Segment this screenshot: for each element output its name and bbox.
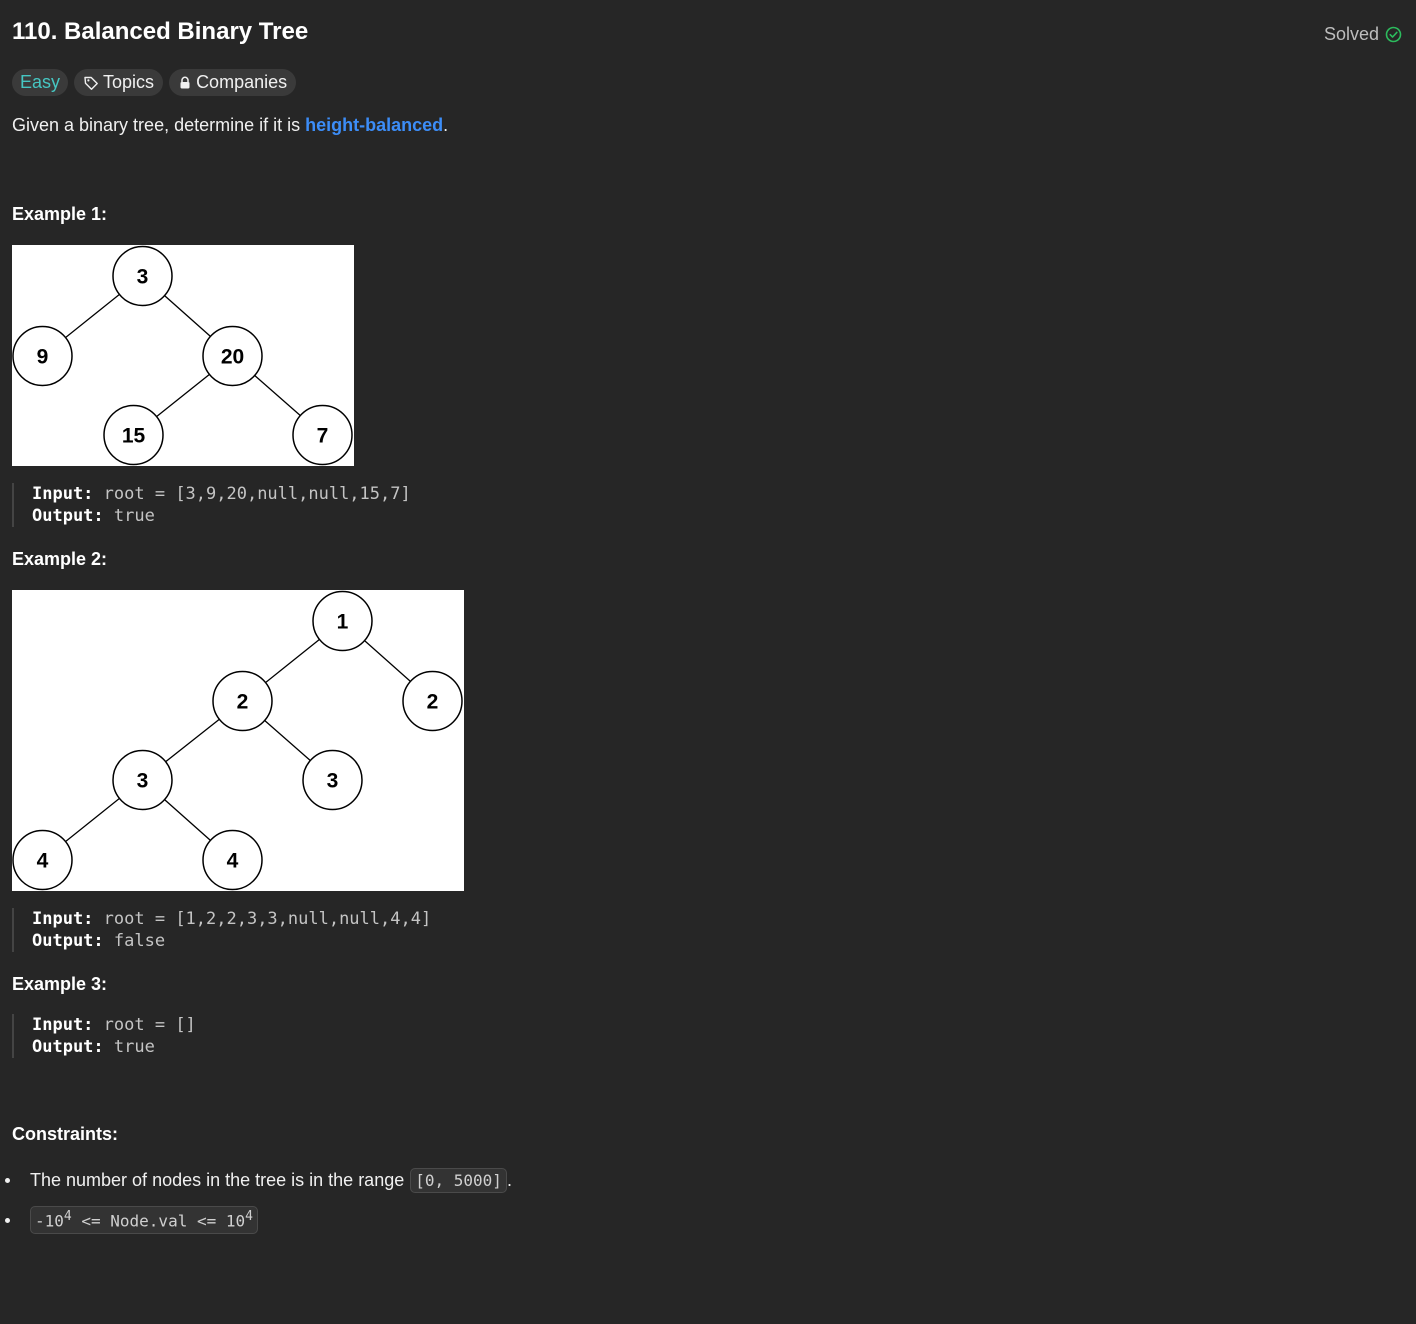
input-value: root = [1,2,2,3,3,null,null,4,4] <box>103 909 432 929</box>
svg-text:2: 2 <box>427 691 439 714</box>
input-key: Input: <box>32 1015 94 1035</box>
tree-node: 3 <box>112 245 173 307</box>
svg-text:9: 9 <box>37 346 49 369</box>
input-key: Input: <box>32 909 94 929</box>
output-key: Output: <box>32 1037 104 1057</box>
tag-icon <box>83 75 99 91</box>
constraints-list: The number of nodes in the tree is in th… <box>0 1160 512 1240</box>
code-mid: <= Node.val <= 10 <box>71 1211 246 1231</box>
problem-title: 110. Balanced Binary Tree <box>12 18 309 45</box>
svg-text:1: 1 <box>337 611 349 634</box>
example-2-heading: Example 2: <box>12 549 108 569</box>
example-3-io: Input: root = [] Output: true <box>12 1014 196 1058</box>
input-line: Input: root = [1,2,2,3,3,null,null,4,4] <box>32 908 431 930</box>
constraint-item: -104 <= Node.val <= 104 <box>0 1200 512 1240</box>
svg-text:3: 3 <box>137 266 149 289</box>
tree-node: 20 <box>202 325 263 387</box>
input-value: root = [3,9,20,null,null,15,7] <box>103 484 411 504</box>
example-3-heading: Example 3: <box>12 974 108 994</box>
output-value: false <box>113 931 166 951</box>
constraint-text: The number of nodes in the tree is in th… <box>30 1169 405 1190</box>
companies-label: Companies <box>196 72 288 92</box>
lock-icon <box>178 76 192 90</box>
output-key: Output: <box>32 931 104 951</box>
output-key: Output: <box>32 506 104 526</box>
output-line: Output: true <box>32 1036 196 1058</box>
tree-node: 2 <box>212 670 273 732</box>
example-2-io: Input: root = [1,2,2,3,3,null,null,4,4] … <box>12 908 431 952</box>
exponent: 4 <box>63 1209 72 1225</box>
input-line: Input: root = [3,9,20,null,null,15,7] <box>32 483 411 505</box>
description-prefix: Given a binary tree, determine if it is <box>12 115 306 135</box>
svg-text:15: 15 <box>122 425 146 448</box>
constraints-heading: Constraints: <box>12 1124 119 1144</box>
difficulty-badge: Easy <box>12 69 69 96</box>
solved-label: Solved <box>1323 24 1379 44</box>
tag-row: Easy Topics Companies <box>12 69 297 96</box>
code-neg: -10 <box>35 1211 64 1231</box>
svg-text:7: 7 <box>317 425 329 448</box>
tree-node: 1 <box>312 590 373 652</box>
svg-text:4: 4 <box>227 850 239 873</box>
tree-node: 15 <box>103 404 164 466</box>
constraint-item: The number of nodes in the tree is in th… <box>0 1160 512 1200</box>
example-2-tree-image: 1 2 2 3 3 4 4 <box>12 590 464 891</box>
tree-node: 4 <box>202 829 263 891</box>
svg-text:3: 3 <box>137 770 149 793</box>
input-line: Input: root = [] <box>32 1014 196 1036</box>
input-value: root = [] <box>103 1015 196 1035</box>
constraint-suffix: . <box>506 1169 512 1190</box>
output-line: Output: true <box>32 505 411 527</box>
svg-text:20: 20 <box>221 346 244 369</box>
tree-node: 2 <box>402 670 463 732</box>
svg-text:2: 2 <box>237 691 249 714</box>
height-balanced-link[interactable]: height-balanced <box>305 115 443 135</box>
tree-node: 4 <box>12 829 73 891</box>
problem-description: Given a binary tree, determine if it is … <box>12 115 448 136</box>
output-value: true <box>113 1037 155 1057</box>
tree-node: 3 <box>112 749 173 811</box>
tree-node: 3 <box>302 749 363 811</box>
tree-node: 9 <box>12 325 73 387</box>
companies-button[interactable]: Companies <box>169 69 297 96</box>
exponent: 4 <box>245 1209 253 1225</box>
solved-status: Solved <box>1324 24 1402 45</box>
inline-code: -104 <= Node.val <= 104 <box>30 1206 258 1234</box>
description-suffix: . <box>443 115 449 135</box>
example-1-io: Input: root = [3,9,20,null,null,15,7] Ou… <box>12 483 411 527</box>
output-line: Output: false <box>32 930 431 952</box>
input-key: Input: <box>32 484 94 504</box>
output-value: true <box>113 506 155 526</box>
topics-label: Topics <box>103 72 155 92</box>
svg-text:4: 4 <box>37 850 49 873</box>
inline-code: [0, 5000] <box>410 1167 507 1193</box>
svg-text:3: 3 <box>327 770 339 793</box>
example-1-heading: Example 1: <box>12 204 108 224</box>
check-circle-icon <box>1385 26 1402 43</box>
example-1-tree-image: 3 9 20 15 7 <box>12 245 354 466</box>
topics-button[interactable]: Topics <box>74 69 164 96</box>
tree-node: 7 <box>292 404 353 466</box>
